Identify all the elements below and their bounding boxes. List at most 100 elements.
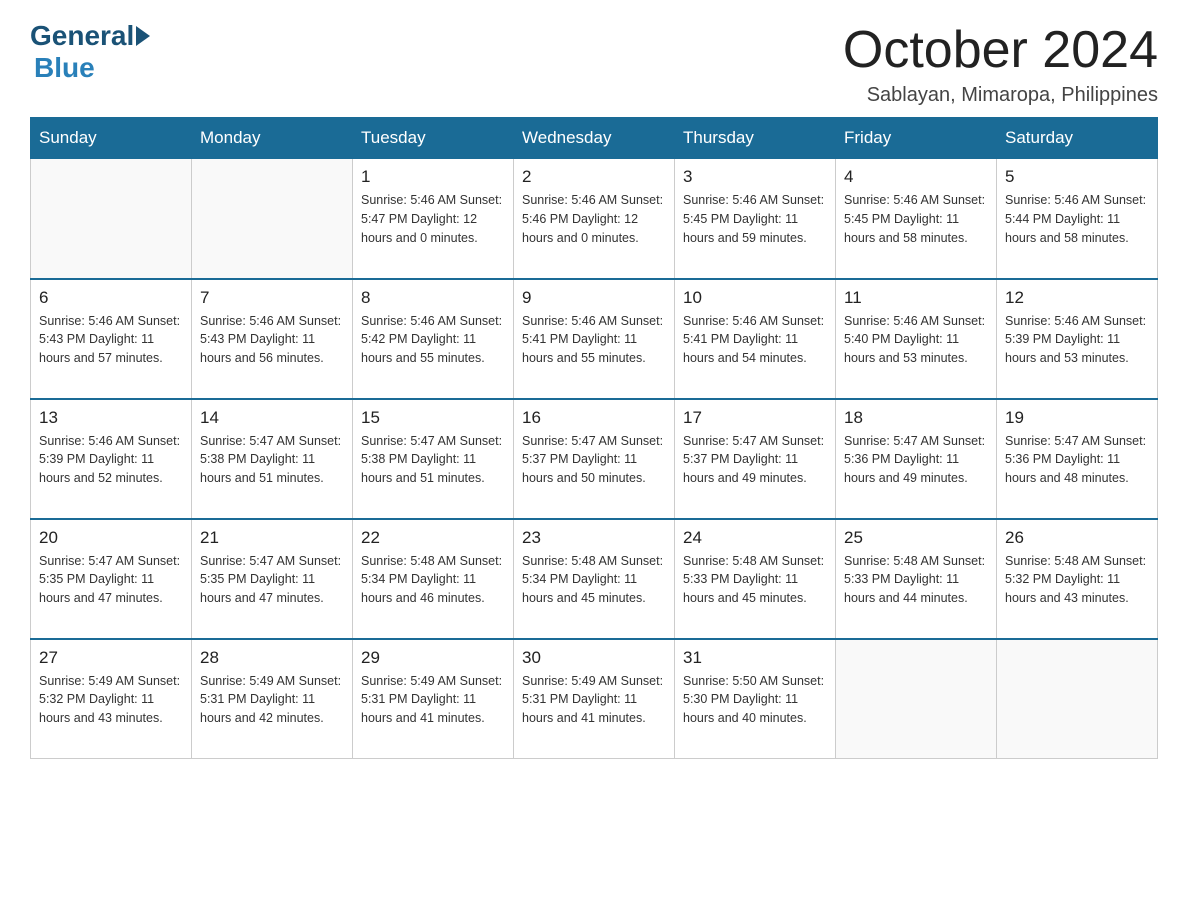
calendar-cell: 21 Sunrise: 5:47 AM Sunset: 5:35 PM Dayli… bbox=[192, 519, 353, 639]
day-info: Sunrise: 5:46 AM Sunset: 5:41 PM Dayligh… bbox=[683, 312, 827, 368]
day-number: 22 bbox=[361, 528, 505, 548]
day-number: 8 bbox=[361, 288, 505, 308]
calendar-week-row: 13Sunrise: 5:46 AM Sunset: 5:39 PM Dayli… bbox=[31, 399, 1158, 519]
calendar-cell bbox=[192, 159, 353, 279]
day-number: 31 bbox=[683, 648, 827, 668]
calendar-cell: 31 Sunrise: 5:50 AM Sunset: 5:30 PM Dayli… bbox=[675, 639, 836, 759]
calendar-cell: 16 Sunrise: 5:47 AM Sunset: 5:37 PM Dayli… bbox=[514, 399, 675, 519]
logo-arrow-icon bbox=[136, 26, 150, 46]
day-info: Sunrise: 5:46 AM Sunset: 5:39 PM Dayligh… bbox=[1005, 312, 1149, 368]
calendar-table: SundayMondayTuesdayWednesdayThursdayFrid… bbox=[30, 117, 1158, 759]
day-number: 2 bbox=[522, 167, 666, 187]
day-number: 10 bbox=[683, 288, 827, 308]
calendar-cell: 3 Sunrise: 5:46 AM Sunset: 5:45 PM Daylig… bbox=[675, 159, 836, 279]
calendar-cell: 29Sunrise: 5:49 AM Sunset: 5:31 PM Dayli… bbox=[353, 639, 514, 759]
day-number: 17 bbox=[683, 408, 827, 428]
calendar-cell: 18Sunrise: 5:47 AM Sunset: 5:36 PM Dayli… bbox=[836, 399, 997, 519]
calendar-cell: 24 Sunrise: 5:48 AM Sunset: 5:33 PM Dayli… bbox=[675, 519, 836, 639]
day-number: 21 bbox=[200, 528, 344, 548]
calendar-cell: 17 Sunrise: 5:47 AM Sunset: 5:37 PM Dayli… bbox=[675, 399, 836, 519]
day-info: Sunrise: 5:48 AM Sunset: 5:34 PM Dayligh… bbox=[522, 552, 666, 608]
day-info: Sunrise: 5:46 AM Sunset: 5:43 PM Dayligh… bbox=[39, 312, 183, 368]
calendar-cell: 26 Sunrise: 5:48 AM Sunset: 5:32 PM Dayli… bbox=[997, 519, 1158, 639]
day-header-monday: Monday bbox=[192, 118, 353, 159]
calendar-cell: 1Sunrise: 5:46 AM Sunset: 5:47 PM Daylig… bbox=[353, 159, 514, 279]
calendar-cell: 15Sunrise: 5:47 AM Sunset: 5:38 PM Dayli… bbox=[353, 399, 514, 519]
day-number: 3 bbox=[683, 167, 827, 187]
calendar-cell: 8 Sunrise: 5:46 AM Sunset: 5:42 PM Daylig… bbox=[353, 279, 514, 399]
day-header-tuesday: Tuesday bbox=[353, 118, 514, 159]
calendar-cell: 11Sunrise: 5:46 AM Sunset: 5:40 PM Dayli… bbox=[836, 279, 997, 399]
day-number: 24 bbox=[683, 528, 827, 548]
logo: General Blue bbox=[30, 20, 152, 84]
day-info: Sunrise: 5:49 AM Sunset: 5:31 PM Dayligh… bbox=[522, 672, 666, 728]
day-info: Sunrise: 5:48 AM Sunset: 5:33 PM Dayligh… bbox=[844, 552, 988, 608]
calendar-subtitle: Sablayan, Mimaropa, Philippines bbox=[843, 84, 1158, 107]
calendar-cell: 28 Sunrise: 5:49 AM Sunset: 5:31 PM Dayli… bbox=[192, 639, 353, 759]
calendar-cell: 10 Sunrise: 5:46 AM Sunset: 5:41 PM Dayli… bbox=[675, 279, 836, 399]
day-number: 19 bbox=[1005, 408, 1149, 428]
day-info: Sunrise: 5:49 AM Sunset: 5:31 PM Dayligh… bbox=[200, 672, 344, 728]
day-info: Sunrise: 5:47 AM Sunset: 5:35 PM Dayligh… bbox=[39, 552, 183, 608]
day-info: Sunrise: 5:47 AM Sunset: 5:36 PM Dayligh… bbox=[1005, 432, 1149, 488]
day-number: 16 bbox=[522, 408, 666, 428]
calendar-cell: 20 Sunrise: 5:47 AM Sunset: 5:35 PM Dayli… bbox=[31, 519, 192, 639]
calendar-cell: 6Sunrise: 5:46 AM Sunset: 5:43 PM Daylig… bbox=[31, 279, 192, 399]
day-info: Sunrise: 5:46 AM Sunset: 5:45 PM Dayligh… bbox=[683, 191, 827, 247]
day-info: Sunrise: 5:48 AM Sunset: 5:34 PM Dayligh… bbox=[361, 552, 505, 608]
day-info: Sunrise: 5:47 AM Sunset: 5:35 PM Dayligh… bbox=[200, 552, 344, 608]
calendar-cell: 12 Sunrise: 5:46 AM Sunset: 5:39 PM Dayli… bbox=[997, 279, 1158, 399]
logo-general-text: General bbox=[30, 20, 134, 52]
day-number: 27 bbox=[39, 648, 183, 668]
day-info: Sunrise: 5:46 AM Sunset: 5:41 PM Dayligh… bbox=[522, 312, 666, 368]
day-info: Sunrise: 5:46 AM Sunset: 5:44 PM Dayligh… bbox=[1005, 191, 1149, 247]
calendar-cell: 23Sunrise: 5:48 AM Sunset: 5:34 PM Dayli… bbox=[514, 519, 675, 639]
calendar-cell bbox=[31, 159, 192, 279]
day-header-friday: Friday bbox=[836, 118, 997, 159]
calendar-header-row: SundayMondayTuesdayWednesdayThursdayFrid… bbox=[31, 118, 1158, 159]
day-info: Sunrise: 5:48 AM Sunset: 5:33 PM Dayligh… bbox=[683, 552, 827, 608]
calendar-cell: 30Sunrise: 5:49 AM Sunset: 5:31 PM Dayli… bbox=[514, 639, 675, 759]
day-number: 15 bbox=[361, 408, 505, 428]
calendar-cell: 13Sunrise: 5:46 AM Sunset: 5:39 PM Dayli… bbox=[31, 399, 192, 519]
calendar-week-row: 6Sunrise: 5:46 AM Sunset: 5:43 PM Daylig… bbox=[31, 279, 1158, 399]
day-number: 28 bbox=[200, 648, 344, 668]
calendar-cell: 7 Sunrise: 5:46 AM Sunset: 5:43 PM Daylig… bbox=[192, 279, 353, 399]
day-number: 14 bbox=[200, 408, 344, 428]
day-info: Sunrise: 5:50 AM Sunset: 5:30 PM Dayligh… bbox=[683, 672, 827, 728]
calendar-cell: 14Sunrise: 5:47 AM Sunset: 5:38 PM Dayli… bbox=[192, 399, 353, 519]
day-info: Sunrise: 5:47 AM Sunset: 5:37 PM Dayligh… bbox=[522, 432, 666, 488]
title-area: October 2024 Sablayan, Mimaropa, Philipp… bbox=[843, 20, 1158, 107]
day-header-saturday: Saturday bbox=[997, 118, 1158, 159]
day-info: Sunrise: 5:47 AM Sunset: 5:37 PM Dayligh… bbox=[683, 432, 827, 488]
day-info: Sunrise: 5:46 AM Sunset: 5:46 PM Dayligh… bbox=[522, 191, 666, 247]
calendar-cell bbox=[997, 639, 1158, 759]
day-number: 7 bbox=[200, 288, 344, 308]
day-header-thursday: Thursday bbox=[675, 118, 836, 159]
day-info: Sunrise: 5:46 AM Sunset: 5:45 PM Dayligh… bbox=[844, 191, 988, 247]
day-number: 26 bbox=[1005, 528, 1149, 548]
calendar-cell: 22 Sunrise: 5:48 AM Sunset: 5:34 PM Dayli… bbox=[353, 519, 514, 639]
day-number: 4 bbox=[844, 167, 988, 187]
day-info: Sunrise: 5:48 AM Sunset: 5:32 PM Dayligh… bbox=[1005, 552, 1149, 608]
day-number: 12 bbox=[1005, 288, 1149, 308]
day-number: 5 bbox=[1005, 167, 1149, 187]
calendar-week-row: 20 Sunrise: 5:47 AM Sunset: 5:35 PM Dayli… bbox=[31, 519, 1158, 639]
day-info: Sunrise: 5:46 AM Sunset: 5:42 PM Dayligh… bbox=[361, 312, 505, 368]
calendar-cell: 2 Sunrise: 5:46 AM Sunset: 5:46 PM Daylig… bbox=[514, 159, 675, 279]
day-header-wednesday: Wednesday bbox=[514, 118, 675, 159]
calendar-title: October 2024 bbox=[843, 20, 1158, 80]
calendar-cell: 19 Sunrise: 5:47 AM Sunset: 5:36 PM Dayli… bbox=[997, 399, 1158, 519]
day-info: Sunrise: 5:46 AM Sunset: 5:43 PM Dayligh… bbox=[200, 312, 344, 368]
calendar-week-row: 27Sunrise: 5:49 AM Sunset: 5:32 PM Dayli… bbox=[31, 639, 1158, 759]
day-number: 9 bbox=[522, 288, 666, 308]
day-number: 11 bbox=[844, 288, 988, 308]
calendar-cell: 25Sunrise: 5:48 AM Sunset: 5:33 PM Dayli… bbox=[836, 519, 997, 639]
calendar-cell: 4 Sunrise: 5:46 AM Sunset: 5:45 PM Daylig… bbox=[836, 159, 997, 279]
day-number: 29 bbox=[361, 648, 505, 668]
calendar-week-row: 1Sunrise: 5:46 AM Sunset: 5:47 PM Daylig… bbox=[31, 159, 1158, 279]
calendar-cell bbox=[836, 639, 997, 759]
day-number: 20 bbox=[39, 528, 183, 548]
calendar-cell: 27Sunrise: 5:49 AM Sunset: 5:32 PM Dayli… bbox=[31, 639, 192, 759]
day-number: 13 bbox=[39, 408, 183, 428]
